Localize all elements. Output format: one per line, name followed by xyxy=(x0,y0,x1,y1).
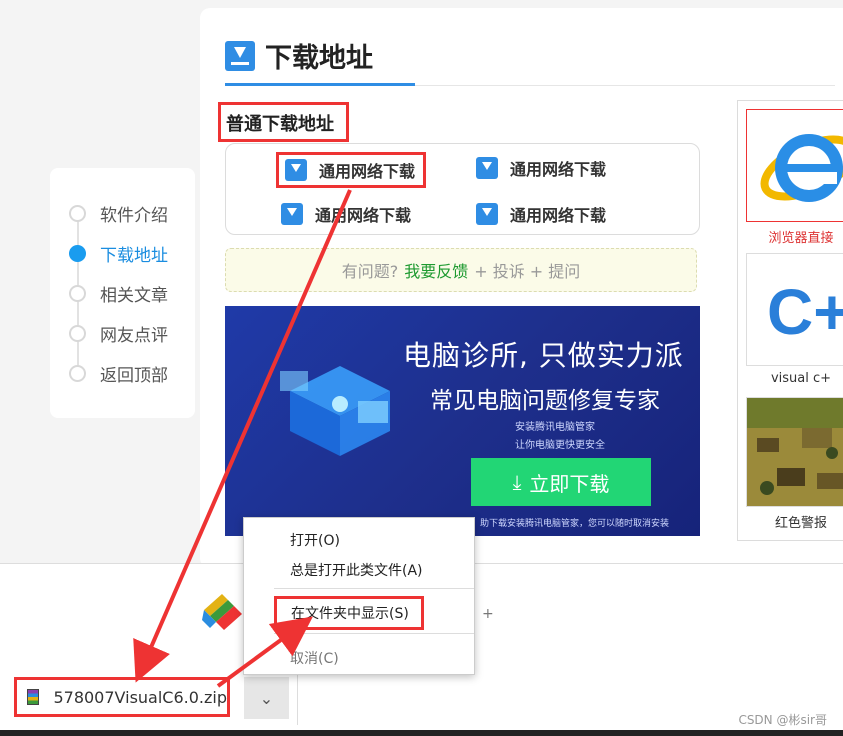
watermark: CSDN @彬sir哥 xyxy=(738,713,827,727)
download-file-chip[interactable]: 578007VisualC6.0.zip xyxy=(14,677,230,717)
menu-item-open[interactable]: 打开(O) xyxy=(290,530,340,550)
banner-button-label: 立即下载 xyxy=(529,471,610,496)
menu-item-cancel[interactable]: 取消(C) xyxy=(290,648,339,668)
download-link-4[interactable]: 通用网络下载 xyxy=(476,202,606,226)
download-arrow-icon xyxy=(281,203,303,225)
cpp-logo-icon: C+ xyxy=(746,253,843,366)
ie-browser-icon xyxy=(746,109,843,222)
normal-download-heading: 普通下载地址 xyxy=(218,102,349,142)
nav-dot xyxy=(69,284,86,302)
nav-label: 下载地址 xyxy=(100,245,168,266)
menu-item-always-open[interactable]: 总是打开此类文件(A) xyxy=(290,560,423,580)
download-arrow-icon xyxy=(285,159,307,181)
download-icon: ⤓ xyxy=(512,470,522,494)
download-link-1[interactable]: 通用网络下载 xyxy=(276,152,427,188)
nav-label: 网友点评 xyxy=(100,325,168,346)
related-item-label: 红色警报 xyxy=(774,516,827,531)
nav-item-download[interactable]: 下载地址 xyxy=(50,233,195,273)
taskbar-strip xyxy=(0,730,843,736)
related-item-label: visual c+ xyxy=(770,371,832,386)
download-link-label: 通用网络下载 xyxy=(510,206,607,225)
visual-cpp-app-icon xyxy=(202,594,242,630)
download-link-label: 通用网络下载 xyxy=(319,162,416,181)
tech-cube-illustration xyxy=(280,366,390,456)
download-arrow-icon xyxy=(476,157,498,179)
related-software-column: 浏览器直接 C+ visual c+ 红色警报 xyxy=(737,100,843,541)
svg-text:C+: C+ xyxy=(767,276,843,348)
nav-item-articles[interactable]: 相关文章 xyxy=(50,273,195,313)
page-title: 下载地址 xyxy=(265,43,373,74)
game-screenshot xyxy=(746,397,843,507)
chevron-down-icon: ⌄ xyxy=(259,688,274,708)
nav-item-intro[interactable]: 软件介绍 xyxy=(50,193,195,233)
side-navigation: 软件介绍 下载地址 相关文章 网友点评 返回顶部 xyxy=(50,168,195,418)
nav-dot xyxy=(69,204,86,222)
download-link-label: 通用网络下载 xyxy=(510,160,607,179)
menu-separator xyxy=(274,633,474,634)
screenshot-stage: 软件介绍 下载地址 相关文章 网友点评 返回顶部 下载地址 普通下载地址 通用网… xyxy=(0,0,843,736)
nav-label: 返回顶部 xyxy=(100,365,168,386)
nav-dot xyxy=(69,324,86,342)
download-arrow-icon xyxy=(476,203,498,225)
download-link-label: 通用网络下载 xyxy=(315,206,412,225)
download-file-name: 578007VisualC6.0.zip xyxy=(53,687,227,707)
related-item-label: 浏览器直接 xyxy=(768,231,834,246)
nav-label: 相关文章 xyxy=(100,285,168,306)
related-item-browser[interactable]: 浏览器直接 xyxy=(746,109,843,246)
download-links-box: 通用网络下载 通用网络下载 通用网络下载 通用网络下载 xyxy=(225,143,700,235)
shelf-plus-text: + xyxy=(482,606,494,622)
ad-banner[interactable]: 电脑诊所, 只做实力派 常见电脑问题修复专家 安装腾讯电脑管家 让你电脑更快更安… xyxy=(225,306,700,536)
related-item-red-alert[interactable]: 红色警报 xyxy=(746,397,843,531)
download-options-button[interactable]: ⌄ xyxy=(244,677,289,719)
nav-dot xyxy=(69,364,86,382)
nav-dot-active xyxy=(69,244,86,262)
nav-item-reviews[interactable]: 网友点评 xyxy=(50,313,195,353)
feedback-question: 有问题? xyxy=(341,262,399,281)
menu-separator xyxy=(274,588,474,589)
feedback-link[interactable]: 我要反馈 xyxy=(404,258,468,282)
menu-item-show-in-folder[interactable]: 在文件夹中显示(S) xyxy=(274,596,424,630)
nav-label: 软件介绍 xyxy=(100,205,168,226)
related-item-visual-cpp[interactable]: C+ visual c+ xyxy=(746,253,843,386)
title-row: 下载地址 xyxy=(225,36,373,75)
complain-ask-links[interactable]: + 投诉 + 提问 xyxy=(474,258,580,282)
zip-archive-icon xyxy=(27,689,40,705)
feedback-bar: 有问题? 我要反馈 + 投诉 + 提问 xyxy=(225,248,697,292)
nav-item-back-to-top[interactable]: 返回顶部 xyxy=(50,353,195,393)
banner-headline: 电脑诊所, 只做实力派 xyxy=(403,339,684,372)
banner-subline: 常见电脑问题修复专家 xyxy=(430,388,660,414)
banner-footnote: 助下载安装腾讯电脑管家，您可以随时取消安装 xyxy=(480,519,670,529)
banner-small-text-2: 让你电脑更快更安全 xyxy=(515,440,605,451)
download-link-2[interactable]: 通用网络下载 xyxy=(476,156,606,180)
download-icon xyxy=(225,40,255,71)
download-link-3[interactable]: 通用网络下载 xyxy=(281,202,411,226)
download-context-menu: 打开(O) 总是打开此类文件(A) 在文件夹中显示(S) 取消(C) xyxy=(243,517,475,675)
title-underline xyxy=(225,83,415,86)
banner-download-button[interactable]: ⤓ 立即下载 xyxy=(471,458,651,506)
banner-small-text-1: 安装腾讯电脑管家 xyxy=(515,422,595,433)
